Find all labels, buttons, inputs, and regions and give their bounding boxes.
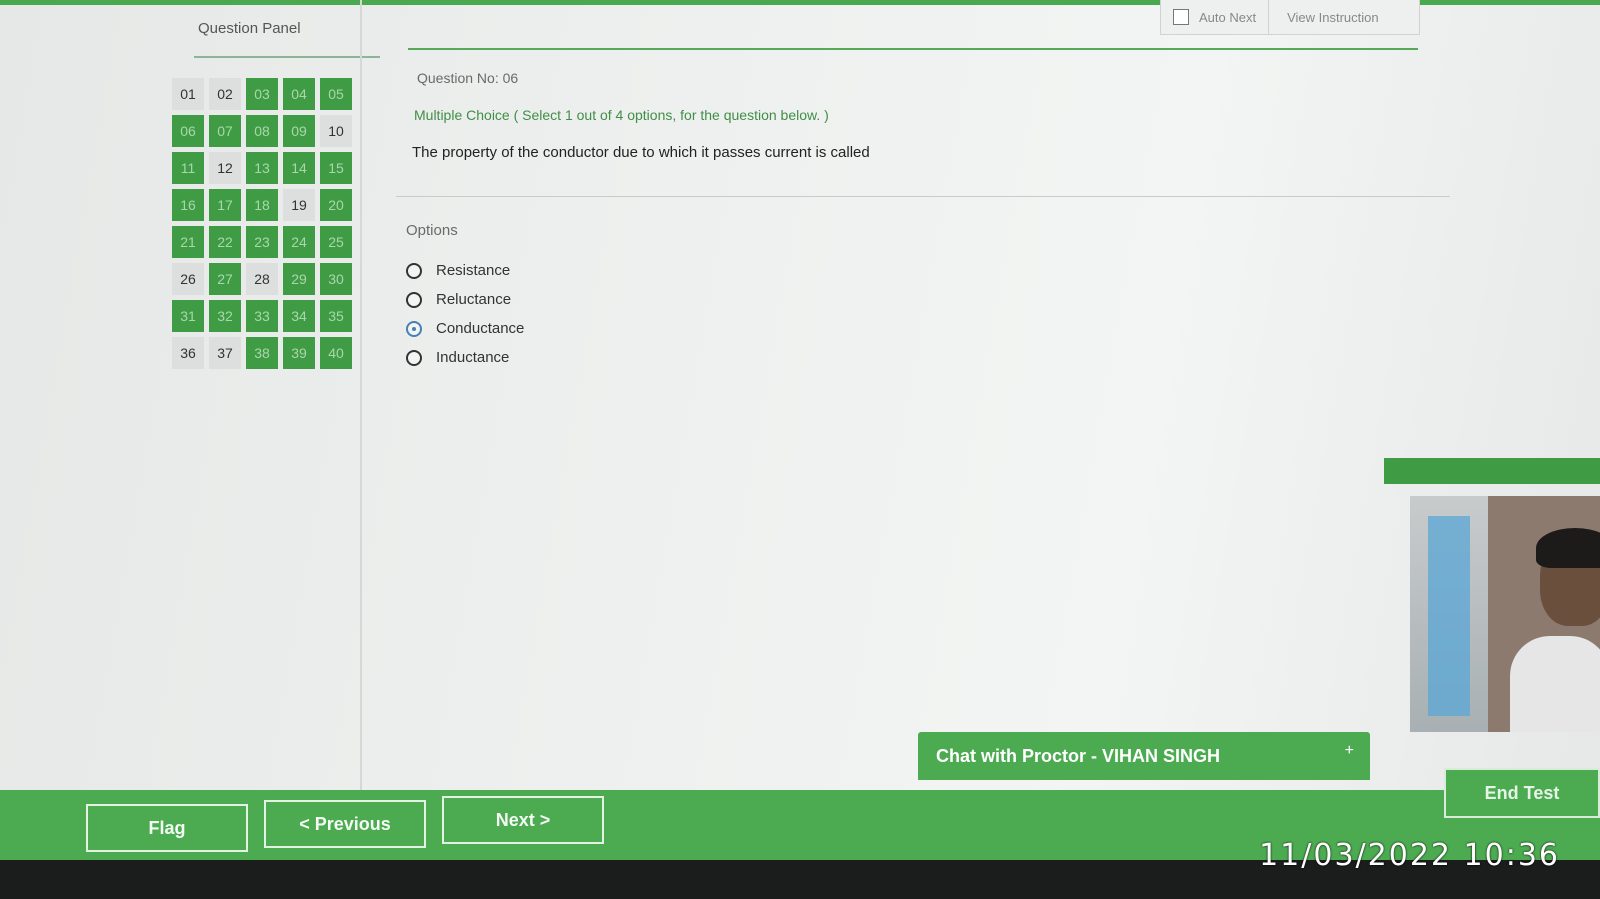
chat-with-proctor-tab[interactable]: Chat with Proctor - VIHAN SINGH + xyxy=(918,732,1370,780)
exam-screen: Question Panel 01 02 03 04 05 06 07 08 09 10 11 12 1… xyxy=(0,0,1600,860)
question-cell-07[interactable]: 07 xyxy=(209,115,241,147)
question-cell-31[interactable]: 31 xyxy=(172,300,204,332)
option-label: Resistance xyxy=(436,262,511,279)
question-cell-27[interactable]: 27 xyxy=(209,263,241,295)
proctor-video-header xyxy=(1384,458,1600,484)
option-radio[interactable] xyxy=(406,349,422,366)
question-cell-09[interactable]: 09 xyxy=(283,115,315,147)
question-cell-20[interactable]: 20 xyxy=(320,189,352,221)
question-cell-37[interactable]: 37 xyxy=(209,337,241,369)
question-cell-35[interactable]: 35 xyxy=(320,300,352,332)
auto-next-label: Auto Next xyxy=(1199,9,1257,25)
question-cell-25[interactable]: 25 xyxy=(320,226,352,258)
chat-with-proctor-label: Chat with Proctor - VIHAN SINGH xyxy=(936,745,1221,766)
question-divider xyxy=(396,196,1450,197)
options-heading: Options xyxy=(406,222,458,239)
question-grid: 01 02 03 04 05 06 07 08 09 10 11 12 13 14 15 16 17 18 19 20… xyxy=(172,78,352,369)
question-cell-28[interactable]: 28 xyxy=(246,263,278,295)
option-resistance[interactable]: Resistance xyxy=(406,256,524,285)
question-cell-05[interactable]: 05 xyxy=(320,78,352,110)
view-instruction-link[interactable]: View Instruction xyxy=(1269,10,1397,25)
auto-next-checkbox[interactable] xyxy=(1173,9,1189,25)
options-list: Resistance Reluctance Conductance Inductanc… xyxy=(406,256,524,372)
panel-separator xyxy=(360,0,362,790)
option-inductance[interactable]: Inductance xyxy=(406,343,524,372)
question-cell-12[interactable]: 12 xyxy=(209,152,241,184)
question-cell-10[interactable]: 10 xyxy=(320,115,352,147)
photo-timestamp: 11/03/2022 10:36 xyxy=(1259,838,1560,873)
option-reluctance[interactable]: Reluctance xyxy=(406,285,524,314)
question-cell-32[interactable]: 32 xyxy=(209,300,241,332)
option-label: Reluctance xyxy=(436,291,512,308)
question-cell-38[interactable]: 38 xyxy=(246,337,278,369)
question-cell-24[interactable]: 24 xyxy=(283,226,315,258)
question-cell-34[interactable]: 34 xyxy=(283,300,315,332)
question-cell-01[interactable]: 01 xyxy=(172,78,204,110)
question-type: Multiple Choice ( Select 1 out of 4 opti… xyxy=(414,107,829,123)
question-cell-23[interactable]: 23 xyxy=(246,226,278,258)
option-radio[interactable] xyxy=(406,262,422,279)
question-panel-title: Question Panel xyxy=(198,20,301,37)
question-cell-36[interactable]: 36 xyxy=(172,337,204,369)
question-cell-26[interactable]: 26 xyxy=(172,263,204,295)
question-cell-22[interactable]: 22 xyxy=(209,226,241,258)
question-cell-18[interactable]: 18 xyxy=(246,189,278,221)
option-radio[interactable] xyxy=(406,320,422,337)
question-cell-29[interactable]: 29 xyxy=(283,263,315,295)
question-cell-06[interactable]: 06 xyxy=(172,115,204,147)
end-test-button[interactable]: End Test xyxy=(1444,768,1600,818)
proctor-video-feed xyxy=(1410,496,1600,732)
question-cell-16[interactable]: 16 xyxy=(172,189,204,221)
option-radio[interactable] xyxy=(406,291,422,308)
question-cell-08[interactable]: 08 xyxy=(246,115,278,147)
question-cell-21[interactable]: 21 xyxy=(172,226,204,258)
question-cell-39[interactable]: 39 xyxy=(283,337,315,369)
top-controls: Auto Next View Instruction xyxy=(1160,0,1420,35)
question-cell-30[interactable]: 30 xyxy=(320,263,352,295)
question-cell-19[interactable]: 19 xyxy=(283,189,315,221)
question-cell-04[interactable]: 04 xyxy=(283,78,315,110)
question-cell-14[interactable]: 14 xyxy=(283,152,315,184)
option-label: Inductance xyxy=(436,349,510,366)
question-text: The property of the conductor due to whi… xyxy=(412,144,870,161)
flag-button[interactable]: Flag xyxy=(86,804,248,852)
chat-expand-icon[interactable]: + xyxy=(1345,742,1354,760)
question-cell-02[interactable]: 02 xyxy=(209,78,241,110)
question-cell-15[interactable]: 15 xyxy=(320,152,352,184)
option-label: Conductance xyxy=(436,320,525,337)
question-cell-17[interactable]: 17 xyxy=(209,189,241,221)
option-conductance[interactable]: Conductance xyxy=(406,314,524,343)
question-panel-divider xyxy=(194,56,380,58)
question-cell-03[interactable]: 03 xyxy=(246,78,278,110)
question-header-rule xyxy=(408,48,1418,50)
question-cell-33[interactable]: 33 xyxy=(246,300,278,332)
previous-button[interactable]: < Previous xyxy=(264,800,426,848)
question-number: Question No: 06 xyxy=(417,70,519,86)
next-button[interactable]: Next > xyxy=(442,796,604,844)
question-cell-11[interactable]: 11 xyxy=(172,152,204,184)
question-cell-13[interactable]: 13 xyxy=(246,152,278,184)
auto-next-toggle[interactable]: Auto Next xyxy=(1161,0,1270,34)
question-cell-40[interactable]: 40 xyxy=(320,337,352,369)
